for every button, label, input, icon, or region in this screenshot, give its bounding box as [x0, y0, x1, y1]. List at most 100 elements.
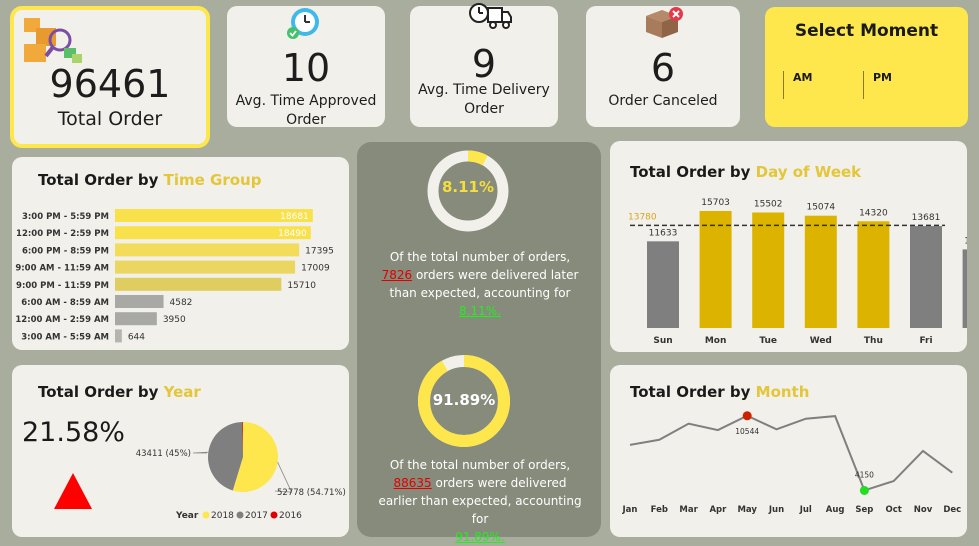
day-value-label: 15074 — [806, 203, 835, 213]
canceled-label: Order Canceled — [608, 93, 718, 109]
canceled-card: 6 Order Canceled — [586, 6, 740, 127]
select-moment-slicer: Select Moment AM PM — [765, 7, 968, 127]
month-max-label: 10544 — [735, 427, 759, 436]
time-group-category-label: 12:00 AM - 2:59 AM — [15, 315, 109, 325]
time-group-bar[interactable] — [115, 329, 122, 343]
time-group-value-label: 17009 — [301, 264, 330, 274]
slicer-option-pm-label: PM — [873, 71, 893, 84]
pie-legend-marker[interactable] — [202, 511, 210, 519]
canceled-value: 6 — [650, 46, 676, 90]
time-group-category-label: 12:00 PM - 2:59 PM — [16, 229, 109, 239]
month-line — [629, 414, 953, 492]
delivery-card: 9 Avg. Time Delivery Order — [410, 3, 558, 127]
delivery-truck-icon — [468, 2, 512, 36]
late-percent-text: 8.11%. — [459, 304, 501, 318]
month-category-label: Jul — [799, 505, 812, 515]
day-bar[interactable] — [962, 249, 967, 328]
average-label: 13780 — [628, 212, 657, 222]
month-category-label: Jun — [768, 505, 784, 515]
early-percent: 91.89% — [432, 391, 496, 409]
approved-label: Avg. Time Approved Order — [235, 93, 377, 128]
time-group-bar[interactable] — [115, 243, 300, 257]
day-bar[interactable] — [804, 215, 837, 328]
time-group-category-label: 9:00 AM - 11:59 AM — [15, 264, 109, 274]
pie-legend-label[interactable]: 2018 — [211, 511, 234, 521]
time-group-value-label: 15710 — [287, 281, 316, 291]
slicer-option-am[interactable]: AM — [783, 71, 853, 99]
day-value-label: 13681 — [912, 213, 941, 223]
delivery-stats-panel: 8.11% Of the total number of orders, 782… — [357, 142, 601, 544]
time-group-value-label: 17395 — [305, 246, 334, 256]
pie-legend-title: Year — [175, 511, 199, 521]
late-line2: orders were delivered later than expecte… — [389, 268, 579, 300]
clock-icon — [285, 6, 323, 44]
day-of-week-chart: 11633 Sun 15703 Mon 15502 Tue 15074 Wed 14320 Thu… — [628, 198, 967, 346]
day-value-label: 15703 — [701, 198, 730, 208]
time-group-bar[interactable] — [115, 260, 296, 274]
day-bar[interactable] — [857, 221, 890, 328]
slicer-option-am-label: AM — [793, 71, 813, 84]
time-group-bar[interactable] — [115, 277, 282, 291]
slicer-option-pm[interactable]: PM — [863, 71, 933, 99]
day-bar[interactable] — [647, 241, 679, 328]
early-count: 88635 — [393, 476, 432, 490]
pie-leader-line — [192, 451, 209, 454]
month-category-label: Oct — [886, 505, 902, 515]
pie-legend-marker[interactable] — [236, 511, 244, 519]
pie-legend-label[interactable]: 2016 — [279, 511, 302, 521]
pie-label-2018: 52778 (54.71%) — [277, 488, 346, 498]
day-category-label: Thu — [864, 336, 883, 346]
approved-value: 10 — [281, 46, 331, 90]
day-category-label: Fri — [919, 336, 932, 346]
total-order-label: Total Order — [57, 108, 163, 130]
time-group-value-label: 3950 — [163, 315, 186, 325]
delivery-label: Avg. Time Delivery Order — [418, 82, 550, 117]
month-line-chart: Jan Feb Mar Apr May Jun Jul Aug Sep Oct Nov Dec 1054… — [622, 411, 961, 515]
pie-legend-marker[interactable] — [270, 511, 278, 519]
pie-label-2017: 43411 (45%) — [136, 449, 191, 459]
time-group-category-label: 6:00 AM - 8:59 AM — [21, 298, 109, 308]
pie-legend-label[interactable]: 2017 — [245, 511, 268, 521]
late-description: Of the total number of orders, 7826 orde… — [373, 248, 587, 320]
time-group-category-label: 3:00 PM - 5:59 PM — [22, 212, 109, 222]
month-category-label: Jan — [622, 505, 638, 515]
time-group-category-label: 6:00 PM - 8:59 PM — [22, 246, 109, 256]
time-group-value-label: 18490 — [278, 229, 307, 239]
day-value-label: 15502 — [754, 199, 783, 209]
slicer-title: Select Moment — [794, 21, 939, 41]
month-category-label: Mar — [679, 505, 698, 515]
month-category-label: Aug — [826, 505, 845, 515]
approved-card: 10 Avg. Time Approved Order — [227, 6, 385, 128]
month-category-label: May — [737, 505, 757, 515]
delivery-value: 9 — [471, 42, 497, 86]
time-group-category-label: 9:00 PM - 11:59 PM — [16, 281, 109, 291]
day-category-label: Mon — [705, 336, 727, 346]
day-value-label: 14320 — [859, 208, 888, 218]
month-max-marker[interactable] — [742, 411, 752, 421]
total-order-card: 96461 Total Order — [10, 6, 210, 148]
day-of-week-card: Total Order by Day of Week 11633 Sun 15703… — [610, 141, 967, 352]
month-category-label: Apr — [709, 505, 727, 515]
year-pie-chart: 52778 (54.71%) 43411 (45%) Year 2018 2017 201… — [136, 422, 346, 521]
time-group-bar[interactable] — [115, 295, 164, 308]
time-group-bar[interactable] — [115, 312, 157, 326]
canceled-box-icon — [642, 6, 686, 44]
month-min-label: 4150 — [855, 470, 874, 479]
day-bar[interactable] — [699, 211, 732, 328]
month-category-label: Nov — [914, 505, 933, 515]
early-line1: Of the total number of orders, — [389, 458, 571, 472]
month-category-label: Sep — [855, 505, 873, 515]
day-value-label: 11633 — [649, 228, 678, 238]
total-order-value: 96461 — [49, 62, 171, 106]
time-group-value-label: 4582 — [170, 298, 193, 308]
day-bar[interactable] — [752, 212, 785, 328]
day-value-label: 10548 — [964, 236, 967, 246]
month-min-marker[interactable] — [859, 485, 869, 495]
late-count: 7826 — [381, 268, 413, 282]
time-group-value-label: 644 — [128, 332, 145, 342]
boxes-icon — [22, 14, 84, 66]
month-category-label: Dec — [943, 505, 961, 515]
month-category-label: Feb — [651, 505, 668, 515]
day-bar[interactable] — [910, 226, 942, 328]
day-category-label: Wed — [810, 336, 832, 346]
